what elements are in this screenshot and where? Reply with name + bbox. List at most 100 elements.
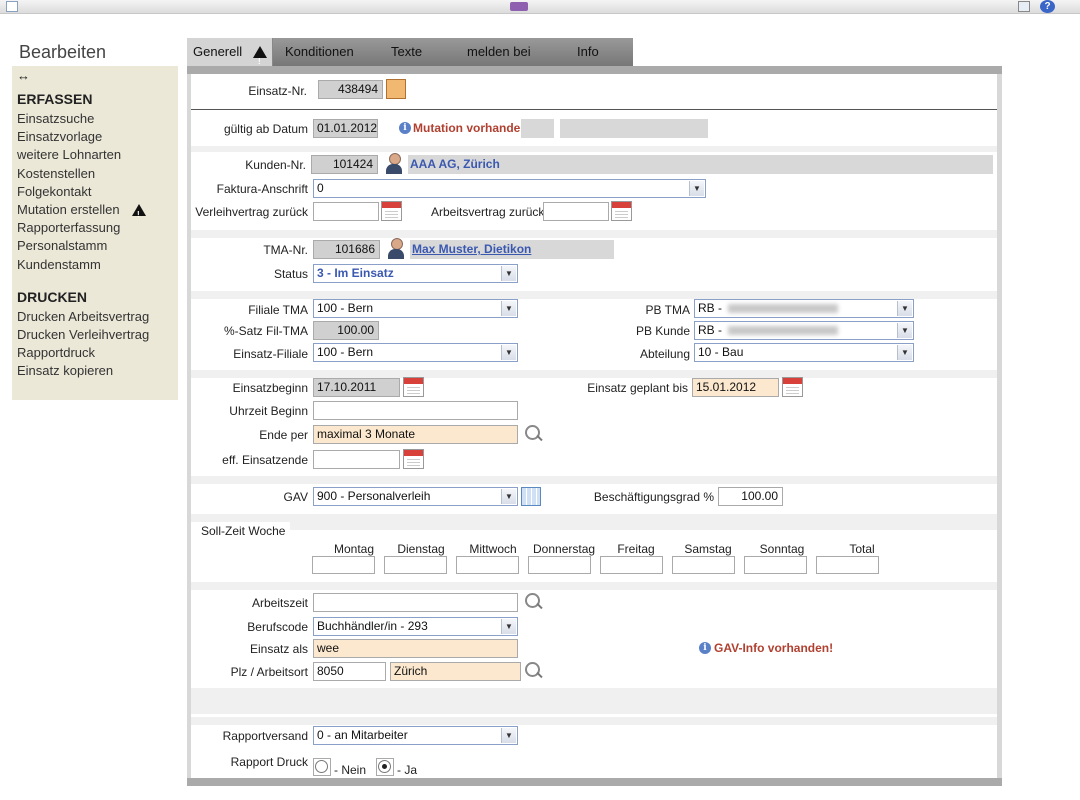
calendar-icon[interactable] (611, 201, 632, 221)
einsatzbeginn-label: Einsatzbeginn (232, 381, 308, 395)
search-icon[interactable] (524, 592, 544, 612)
sidebar-item-mutation[interactable]: Mutation erstellen (17, 202, 120, 217)
sidebar-item-einsatzvorlage[interactable]: Einsatzvorlage (12, 128, 178, 146)
sidebar-item-arbeitsvertrag[interactable]: Drucken Arbeitsvertrag (12, 308, 178, 326)
day-input-sonntag[interactable] (744, 556, 807, 574)
abteilung-select[interactable]: 10 - Bau ▼ (694, 343, 914, 362)
gueltig-field: 01.01.2012 (313, 119, 378, 138)
rapportversand-select[interactable]: 0 - an Mitarbeiter ▼ (313, 726, 518, 745)
pb-tma-select[interactable]: RB - ▼ (694, 299, 914, 318)
faktura-select[interactable]: 0 ▼ (313, 179, 706, 198)
kunden-nr-field: 101424 (311, 155, 378, 174)
calendar-icon[interactable] (782, 377, 803, 397)
einsatz-nr-label: Einsatz-Nr. (248, 84, 307, 98)
tma-nr-label: TMA-Nr. (263, 243, 308, 257)
tab-generell[interactable]: Generell (187, 38, 273, 76)
tab-info[interactable]: Info (553, 38, 633, 66)
sidebar-item-einsatz-kopieren[interactable]: Einsatz kopieren (12, 362, 178, 380)
pb-kunde-select[interactable]: RB - ▼ (694, 321, 914, 340)
warning-icon (132, 203, 146, 224)
satz-label: %-Satz Fil-TMA (224, 324, 308, 338)
monitor-icon[interactable] (1018, 1, 1030, 12)
warning-icon (253, 46, 267, 76)
day-label-dienstag: Dienstag (397, 542, 445, 556)
customer-link[interactable]: AAA AG, Zürich (410, 157, 500, 171)
package-icon[interactable] (386, 79, 406, 99)
sidebar-item-lohnarten[interactable]: weitere Lohnarten (12, 146, 178, 164)
day-label-montag: Montag (333, 542, 375, 556)
employee-icon[interactable] (386, 238, 406, 260)
calendar-icon[interactable] (403, 449, 424, 469)
gav-label: GAV (283, 490, 308, 504)
help-icon[interactable]: ? (1040, 0, 1055, 13)
einsatz-nr-field: 438494 (318, 80, 383, 99)
eff-field[interactable] (313, 450, 400, 469)
calendar-icon[interactable] (403, 377, 424, 397)
verleih-label: Verleihvertrag zurück (195, 205, 308, 219)
employee-link[interactable]: Max Muster, Dietikon (412, 242, 531, 256)
status-select[interactable]: 3 - Im Einsatz ▼ (313, 264, 518, 283)
day-input-total[interactable] (816, 556, 879, 574)
document-icon[interactable] (6, 1, 18, 12)
geplant-field[interactable]: 15.01.2012 (692, 378, 779, 397)
resize-arrow-icon[interactable]: ↔ (12, 66, 178, 84)
tab-texte[interactable]: Texte (371, 38, 445, 66)
info-icon: i (699, 642, 711, 654)
tab-bar: Generell Konditionen Texte melden bei In… (187, 38, 633, 76)
mutation-text: Mutation vorhanden (413, 121, 528, 135)
radio-ja[interactable] (378, 760, 391, 773)
sidebar-item-kundenstamm[interactable]: Kundenstamm (12, 256, 178, 274)
einsatz-filiale-select[interactable]: 100 - Bern ▼ (313, 343, 518, 362)
form-area: Einsatz-Nr. 438494 gültig ab Datum 01.01… (191, 74, 997, 778)
day-input-montag[interactable] (312, 556, 375, 574)
info-icon: i (399, 122, 411, 134)
section-heading-erfassen: ERFASSEN (17, 91, 93, 107)
day-label-samstag: Samstag (684, 542, 732, 556)
gav-info-text[interactable]: GAV-Info vorhanden! (714, 641, 833, 655)
rapportversand-label: Rapportversand (222, 729, 308, 743)
search-icon[interactable] (524, 424, 544, 444)
arbeitszeit-field[interactable] (313, 593, 518, 612)
arbeits-label: Arbeitsvertrag zurück (431, 205, 545, 219)
grad-field[interactable]: 100.00 (718, 487, 783, 506)
kunden-nr-label: Kunden-Nr. (245, 158, 306, 172)
filiale-tma-select[interactable]: 100 - Bern ▼ (313, 299, 518, 318)
einsatz-als-label: Einsatz als (249, 642, 308, 656)
sidebar-item-kostenstellen[interactable]: Kostenstellen (12, 165, 178, 183)
sidebar-item-folgekontakt[interactable]: Folgekontakt (12, 183, 178, 201)
tab-konditionen[interactable]: Konditionen (273, 38, 371, 66)
day-input-mittwoch[interactable] (456, 556, 519, 574)
mutation-box-1 (521, 119, 554, 138)
day-input-freitag[interactable] (600, 556, 663, 574)
table-icon[interactable] (521, 487, 541, 506)
mutation-box-2 (560, 119, 708, 138)
plz-field[interactable]: 8050 (313, 662, 386, 681)
radio-nein[interactable] (315, 760, 328, 773)
customer-icon[interactable] (384, 153, 404, 175)
day-input-donnerstag[interactable] (528, 556, 591, 574)
arbeits-field[interactable] (543, 202, 609, 221)
day-input-samstag[interactable] (672, 556, 735, 574)
sidebar-item-einsatzsuche[interactable]: Einsatzsuche (12, 110, 178, 128)
einsatz-als-field[interactable]: wee (313, 639, 518, 658)
sidebar-item-verleihvertrag[interactable]: Drucken Verleihvertrag (12, 326, 178, 344)
sidebar-item-rapportdruck[interactable]: Rapportdruck (12, 344, 178, 362)
sidebar-item-personalstamm[interactable]: Personalstamm (12, 237, 178, 255)
search-icon[interactable] (524, 661, 544, 681)
gav-select[interactable]: 900 - Personalverleih ▼ (313, 487, 518, 506)
verleih-field[interactable] (313, 202, 379, 221)
calendar-icon[interactable] (381, 201, 402, 221)
berufscode-select[interactable]: Buchhändler/in - 293 ▼ (313, 617, 518, 636)
day-label-mittwoch: Mittwoch (469, 542, 517, 556)
eff-label: eff. Einsatzende (222, 453, 308, 467)
day-input-dienstag[interactable] (384, 556, 447, 574)
uhrzeit-field[interactable] (313, 401, 518, 420)
sidebar-item-rapporterfassung[interactable]: Rapporterfassung (12, 219, 178, 237)
sidebar-item-mutation-row[interactable]: Mutation erstellen (12, 201, 178, 224)
tab-melden-bei[interactable]: melden bei (445, 38, 553, 66)
top-toolbar: ? (0, 0, 1080, 14)
radio-nein-label: - Nein (334, 763, 367, 777)
ort-field[interactable]: Zürich (390, 662, 521, 681)
app-icon[interactable] (510, 2, 528, 11)
ende-field[interactable]: maximal 3 Monate (313, 425, 518, 444)
